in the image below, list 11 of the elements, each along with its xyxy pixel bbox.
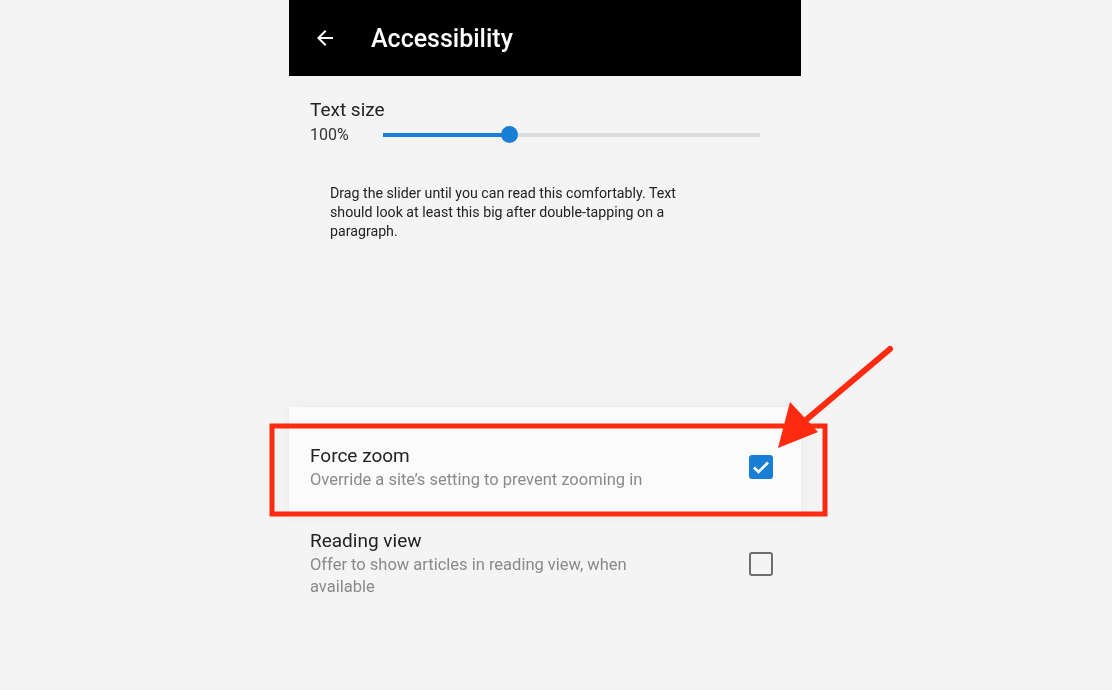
screen-title: Accessibility — [371, 23, 513, 53]
checkbox[interactable] — [749, 455, 773, 479]
setting-title: Force zoom — [310, 443, 411, 467]
setting-label: Text size — [310, 98, 386, 121]
size-reading: 100% — [310, 125, 350, 144]
setting-title: Reading view — [310, 529, 423, 552]
checkbox[interactable] — [749, 551, 773, 576]
setting-description: Override a site’s setting to prevent zooming in — [310, 468, 644, 491]
slider-thumb[interactable] — [500, 126, 518, 143]
description-text: Drag the slider until you can read this comfortably. Text should look at least this big after double-tapping on a paragraph. — [330, 184, 677, 241]
setting-description: Offer to show articles in reading view, when available — [310, 554, 628, 598]
